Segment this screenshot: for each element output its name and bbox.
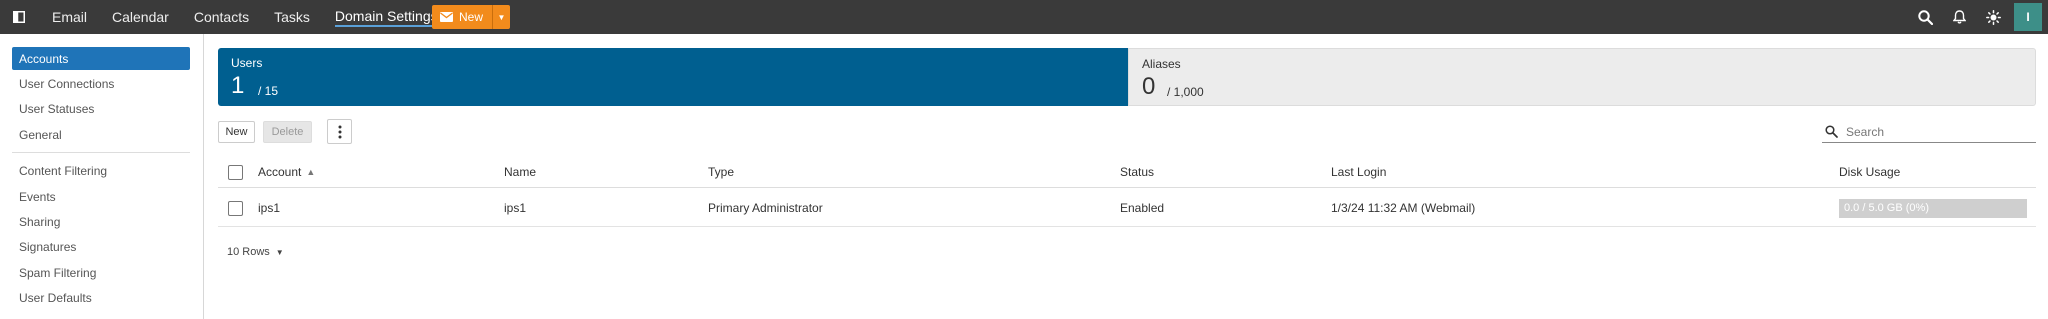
- sidebar-item-sharing[interactable]: Sharing: [12, 210, 190, 233]
- column-header-status[interactable]: Status: [1120, 157, 1154, 187]
- search-icon[interactable]: [1908, 0, 1942, 34]
- sidebar-item-events[interactable]: Events: [12, 185, 190, 208]
- bell-icon[interactable]: [1942, 0, 1976, 34]
- table-header: Account ▲ Name Type Status Last Login Di…: [218, 157, 2036, 188]
- cell-name: ips1: [504, 201, 527, 215]
- search-icon: [1825, 125, 1838, 138]
- column-header-account[interactable]: Account ▲: [258, 157, 315, 187]
- sidebar-divider: [12, 152, 190, 153]
- sidebar-item-general[interactable]: General: [12, 123, 190, 146]
- main-nav: Email Calendar Contacts Tasks Domain Set…: [52, 0, 453, 34]
- search-input[interactable]: [1846, 124, 2026, 139]
- row-select-cell: [228, 190, 243, 226]
- sidebar-item-spam-filtering[interactable]: Spam Filtering: [12, 261, 190, 284]
- sun-icon[interactable]: [1976, 0, 2010, 34]
- search-field: [1822, 121, 2036, 143]
- column-header-disk-usage[interactable]: Disk Usage: [1839, 157, 1900, 187]
- sidebar-item-user-defaults[interactable]: User Defaults: [12, 286, 190, 309]
- aliases-stat-limit: / 1,000: [1167, 85, 1204, 99]
- column-header-name[interactable]: Name: [504, 157, 536, 187]
- new-button-label: New: [459, 10, 484, 24]
- users-stat-tile[interactable]: Users 1 / 15: [218, 48, 1128, 106]
- nav-contacts[interactable]: Contacts: [194, 9, 249, 25]
- new-dropdown-button[interactable]: ▼: [492, 5, 511, 29]
- chevron-down-icon: ▼: [497, 12, 506, 22]
- cell-type: Primary Administrator: [708, 201, 823, 215]
- select-all-cell: [228, 157, 243, 187]
- cell-last-login: 1/3/24 11:32 AM (Webmail): [1331, 201, 1476, 215]
- nav-tasks[interactable]: Tasks: [274, 9, 310, 25]
- row-checkbox[interactable]: [228, 200, 243, 216]
- users-stat-limit: / 15: [258, 84, 279, 98]
- select-all-checkbox[interactable]: [228, 164, 243, 180]
- column-header-account-label: Account: [258, 165, 302, 179]
- sidebar-item-user-statuses[interactable]: User Statuses: [12, 97, 190, 120]
- chevron-down-icon: ▼: [275, 247, 284, 257]
- sidebar: Accounts User Connections User Statuses …: [0, 34, 204, 319]
- aliases-stat-label: Aliases: [1142, 57, 1181, 71]
- sidebar-item-accounts[interactable]: Accounts: [12, 47, 190, 70]
- top-bar: Email Calendar Contacts Tasks Domain Set…: [0, 0, 2048, 34]
- disk-usage-bar: 0.0 / 5.0 GB (0%): [1839, 198, 2027, 218]
- nav-domain-settings-label: Domain Settings: [334, 7, 438, 24]
- column-header-type[interactable]: Type: [708, 157, 734, 187]
- rows-per-page-label: 10 Rows: [227, 246, 270, 258]
- sidebar-item-signatures[interactable]: Signatures: [12, 235, 190, 258]
- envelope-icon: [440, 12, 453, 22]
- cell-status: Enabled: [1120, 201, 1165, 215]
- kebab-menu-icon: [338, 125, 341, 138]
- new-item-button: New ▼: [432, 5, 511, 29]
- sidebar-item-content-filtering[interactable]: Content Filtering: [12, 159, 190, 182]
- new-account-button[interactable]: New: [218, 121, 255, 143]
- aliases-stat-value: 0: [1142, 73, 1156, 100]
- users-stat-label: Users: [231, 56, 263, 70]
- aliases-stat-tile[interactable]: Aliases 0 / 1,000: [1128, 48, 2036, 106]
- sort-ascending-icon: ▲: [306, 167, 316, 177]
- cell-account: ips1: [258, 201, 281, 215]
- sidebar-toggle-icon[interactable]: [0, 0, 38, 34]
- table-row[interactable]: ips1 ips1 Primary Administrator Enabled …: [218, 190, 2036, 227]
- more-options-button[interactable]: [327, 119, 352, 144]
- new-email-button[interactable]: New: [432, 5, 493, 29]
- column-header-last-login[interactable]: Last Login: [1331, 157, 1386, 187]
- cell-disk-usage: 0.0 / 5.0 GB (0%): [1839, 190, 2027, 226]
- sidebar-item-user-connections[interactable]: User Connections: [12, 72, 190, 95]
- users-stat-value: 1: [231, 72, 245, 99]
- avatar[interactable]: I: [2014, 3, 2042, 31]
- topbar-actions: I: [1908, 0, 2048, 34]
- nav-email[interactable]: Email: [52, 9, 87, 25]
- nav-calendar[interactable]: Calendar: [112, 9, 169, 25]
- rows-per-page-select[interactable]: 10 Rows ▼: [227, 246, 284, 258]
- delete-button[interactable]: Delete: [263, 121, 312, 143]
